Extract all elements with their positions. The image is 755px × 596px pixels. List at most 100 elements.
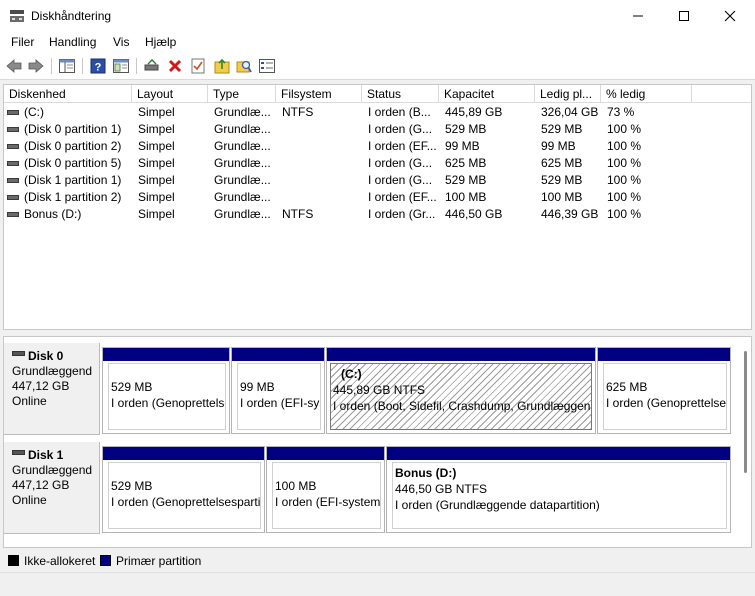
disk-state: Online <box>12 493 47 507</box>
menu-help[interactable]: Hjælp <box>145 35 176 49</box>
delete-icon <box>168 59 182 73</box>
forward-button[interactable] <box>27 57 45 75</box>
column-header-percent-free[interactable]: % ledig <box>601 85 692 103</box>
cell-status: I orden (G... <box>368 122 433 136</box>
volume-row[interactable]: (Disk 1 partition 2) Simpel Grundlæ... I or… <box>4 189 749 206</box>
disk-icon <box>12 450 25 456</box>
cell-free-space: 446,39 GB <box>541 207 599 221</box>
back-button[interactable] <box>5 57 23 75</box>
partition-status: I orden (Genoprettelsespartition) <box>111 396 225 410</box>
toolbar-separator <box>82 58 83 74</box>
cell-capacity: 99 MB <box>445 139 480 153</box>
cell-layout: Simpel <box>138 207 175 221</box>
cell-layout: Simpel <box>138 122 175 136</box>
cell-filesystem <box>282 121 362 138</box>
disk-map-scrollbar[interactable] <box>741 349 751 475</box>
volume-row[interactable]: Bonus (D:) Simpel Grundlæ... NTFS I orden (G… <box>4 206 749 223</box>
column-header-capacity[interactable]: Kapacitet <box>439 85 535 103</box>
column-header-filesystem[interactable]: Filsystem <box>276 85 362 103</box>
unallocated-swatch <box>8 555 19 566</box>
cell-filesystem <box>282 172 362 189</box>
partition-name: Bonus (D:) <box>395 466 457 480</box>
connect-drive-icon <box>144 59 159 71</box>
checklist-button[interactable] <box>189 57 207 75</box>
partition-disk0-2[interactable]: 99 MB I orden (EFI-systempartition) <box>231 347 325 434</box>
disk-0-label[interactable]: Disk 0 Grundlæggend 447,12 GB Online <box>4 343 100 435</box>
connect-drive-button[interactable] <box>143 57 161 75</box>
column-header-status[interactable]: Status <box>362 85 439 103</box>
column-header-type[interactable]: Type <box>208 85 276 103</box>
partition-size: 100 MB <box>275 479 317 493</box>
delete-button[interactable] <box>166 57 184 75</box>
cell-capacity: 529 MB <box>445 122 487 136</box>
disk-size: 447,12 GB <box>12 478 70 492</box>
partition-disk0-5[interactable]: 625 MB I orden (Genoprettelsespartition) <box>597 347 731 434</box>
properties-pane-icon <box>59 59 75 73</box>
toolbar: ? <box>0 53 755 80</box>
search-folder-button[interactable] <box>235 57 253 75</box>
volume-row[interactable]: (Disk 0 partition 5) Simpel Grundlæ... I or… <box>4 155 749 172</box>
maximize-button[interactable] <box>661 0 707 31</box>
cell-filesystem: NTFS <box>282 207 314 221</box>
column-header-layout[interactable]: Layout <box>132 85 208 103</box>
cell-filesystem <box>282 138 362 155</box>
volume-icon <box>7 110 19 115</box>
volume-row[interactable]: (Disk 0 partition 1) Simpel Grundlæ... I or… <box>4 121 749 138</box>
search-folder-icon <box>236 60 252 73</box>
column-header-volume[interactable]: Diskenhed <box>4 85 132 103</box>
scrollbar-thumb[interactable] <box>744 351 747 473</box>
menu-view[interactable]: Vis <box>113 35 129 49</box>
cell-percent-free: 100 % <box>607 173 642 187</box>
console-tree-icon <box>113 59 129 73</box>
partition-status: I orden (EFI-systempartition) <box>240 396 320 410</box>
partition-disk1-1[interactable]: 529 MB I orden (Genoprettelsespartition) <box>102 446 265 533</box>
settings-list-button[interactable] <box>258 57 276 75</box>
volume-row[interactable]: (C:) Simpel Grundlæ... NTFS I orden (B... 445… <box>4 104 749 121</box>
partition-info: 99 MB I orden (EFI-systempartition) <box>237 363 321 430</box>
cell-layout: Simpel <box>138 173 175 187</box>
volume-row[interactable]: (Disk 0 partition 2) Simpel Grundlæ... I or… <box>4 138 749 155</box>
cell-percent-free: 100 % <box>607 156 642 170</box>
help-button[interactable]: ? <box>89 57 107 75</box>
disk-management-app-icon <box>10 10 24 22</box>
volume-row[interactable]: (Disk 1 partition 1) Simpel Grundlæ... I or… <box>4 172 749 189</box>
minimize-button[interactable] <box>615 0 661 31</box>
volume-icon <box>7 195 19 200</box>
cell-type: Grundlæ... <box>214 156 271 170</box>
import-folder-button[interactable] <box>213 57 231 75</box>
column-header-free-space[interactable]: Ledig pl... <box>535 85 601 103</box>
partition-disk0-1[interactable]: 529 MB I orden (Genoprettelsespartition) <box>102 347 230 434</box>
cell-type: Grundlæ... <box>214 173 271 187</box>
menu-bar: Filer Handling Vis Hjælp <box>0 31 755 53</box>
disk-state: Online <box>12 394 47 408</box>
partition-status: I orden (Genoprettelsespartition) <box>606 396 727 410</box>
primary-partition-bar <box>267 447 384 460</box>
volume-icon <box>7 127 19 132</box>
partition-bonus-d-drive[interactable]: Bonus (D:) 446,50 GB NTFS I orden (Grund… <box>386 446 731 533</box>
cell-volume: (Disk 0 partition 5) <box>24 156 122 170</box>
partition-disk1-2[interactable]: 100 MB I orden (EFI-systempartition) <box>266 446 385 533</box>
properties-pane-button[interactable] <box>58 57 76 75</box>
console-tree-button[interactable] <box>112 57 130 75</box>
disk-1-label[interactable]: Disk 1 Grundlæggend 447,12 GB Online <box>4 442 100 534</box>
cell-layout: Simpel <box>138 139 175 153</box>
menu-action[interactable]: Handling <box>49 35 96 49</box>
partition-info: 529 MB I orden (Genoprettelsespartition) <box>108 462 261 529</box>
partition-c-drive[interactable]: (C:) 445,89 GB NTFS I orden (Boot, Sidef… <box>326 347 596 434</box>
primary-partition-swatch <box>100 555 111 566</box>
cell-percent-free: 100 % <box>607 122 642 136</box>
cell-filesystem <box>282 155 362 172</box>
cell-status: I orden (B... <box>368 105 431 119</box>
menu-file[interactable]: Filer <box>11 35 34 49</box>
disk-map: Disk 0 Grundlæggend 447,12 GB Online 529… <box>3 336 752 548</box>
cell-type: Grundlæ... <box>214 207 271 221</box>
primary-partition-bar <box>232 348 324 361</box>
partition-size: 99 MB <box>240 380 275 394</box>
column-header-empty <box>692 85 751 103</box>
close-button[interactable] <box>707 0 753 31</box>
cell-status: I orden (G... <box>368 173 433 187</box>
cell-volume: (C:) <box>24 105 44 119</box>
cell-type: Grundlæ... <box>214 105 271 119</box>
cell-free-space: 100 MB <box>541 190 583 204</box>
cell-volume: (Disk 1 partition 2) <box>24 190 122 204</box>
